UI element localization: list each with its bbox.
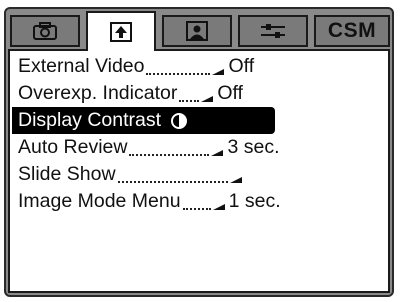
camera-menu-screen: CSM External Video Off Overexp. Indicato… xyxy=(4,7,394,297)
tab-setup[interactable] xyxy=(238,15,308,47)
tab-shooting[interactable] xyxy=(10,15,80,47)
menu-tab-bar: CSM xyxy=(6,9,392,51)
tab-csm-label: CSM xyxy=(327,19,377,42)
menu-item-value: 1 sec. xyxy=(228,190,281,212)
playback-menu-list: External Video Off Overexp. Indicator Of… xyxy=(12,53,384,215)
contrast-icon xyxy=(171,112,188,129)
dotted-leader xyxy=(117,178,228,183)
menu-item-display-contrast[interactable]: Display Contrast xyxy=(12,107,275,134)
dotted-leader xyxy=(182,205,211,210)
wrench-icon xyxy=(261,24,285,38)
menu-item-label: Image Mode Menu xyxy=(18,190,181,212)
menu-item-value: Off xyxy=(217,82,243,104)
menu-item-image-mode-menu[interactable]: Image Mode Menu 1 sec. xyxy=(18,188,384,215)
camera-icon xyxy=(33,22,57,40)
menu-item-slide-show[interactable]: Slide Show xyxy=(18,161,384,188)
submenu-arrow-icon xyxy=(201,95,214,102)
tab-csm[interactable]: CSM xyxy=(314,15,390,47)
menu-item-label: Overexp. Indicator xyxy=(18,82,178,104)
menu-item-value: 3 sec. xyxy=(227,136,280,158)
playback-menu-icon xyxy=(110,22,132,42)
menu-item-label: Auto Review xyxy=(18,136,128,158)
dotted-leader xyxy=(146,70,211,75)
submenu-arrow-icon xyxy=(212,68,225,75)
submenu-arrow-icon xyxy=(212,203,225,210)
tab-playback[interactable] xyxy=(86,11,156,51)
menu-item-value: Off xyxy=(228,55,255,77)
submenu-arrow-icon xyxy=(211,149,224,156)
menu-item-overexp-indicator[interactable]: Overexp. Indicator Off xyxy=(18,80,384,107)
tab-custom[interactable] xyxy=(162,15,232,47)
dotted-leader xyxy=(129,151,210,156)
menu-panel: External Video Off Overexp. Indicator Of… xyxy=(8,49,390,293)
submenu-arrow-icon xyxy=(229,176,242,183)
menu-item-label: Slide Show xyxy=(18,163,116,185)
dotted-leader xyxy=(179,97,200,102)
portrait-icon xyxy=(186,21,208,41)
menu-item-label: Display Contrast xyxy=(18,109,162,131)
menu-item-external-video[interactable]: External Video Off xyxy=(18,53,384,80)
menu-item-auto-review[interactable]: Auto Review 3 sec. xyxy=(18,134,384,161)
menu-item-label: External Video xyxy=(18,55,145,77)
